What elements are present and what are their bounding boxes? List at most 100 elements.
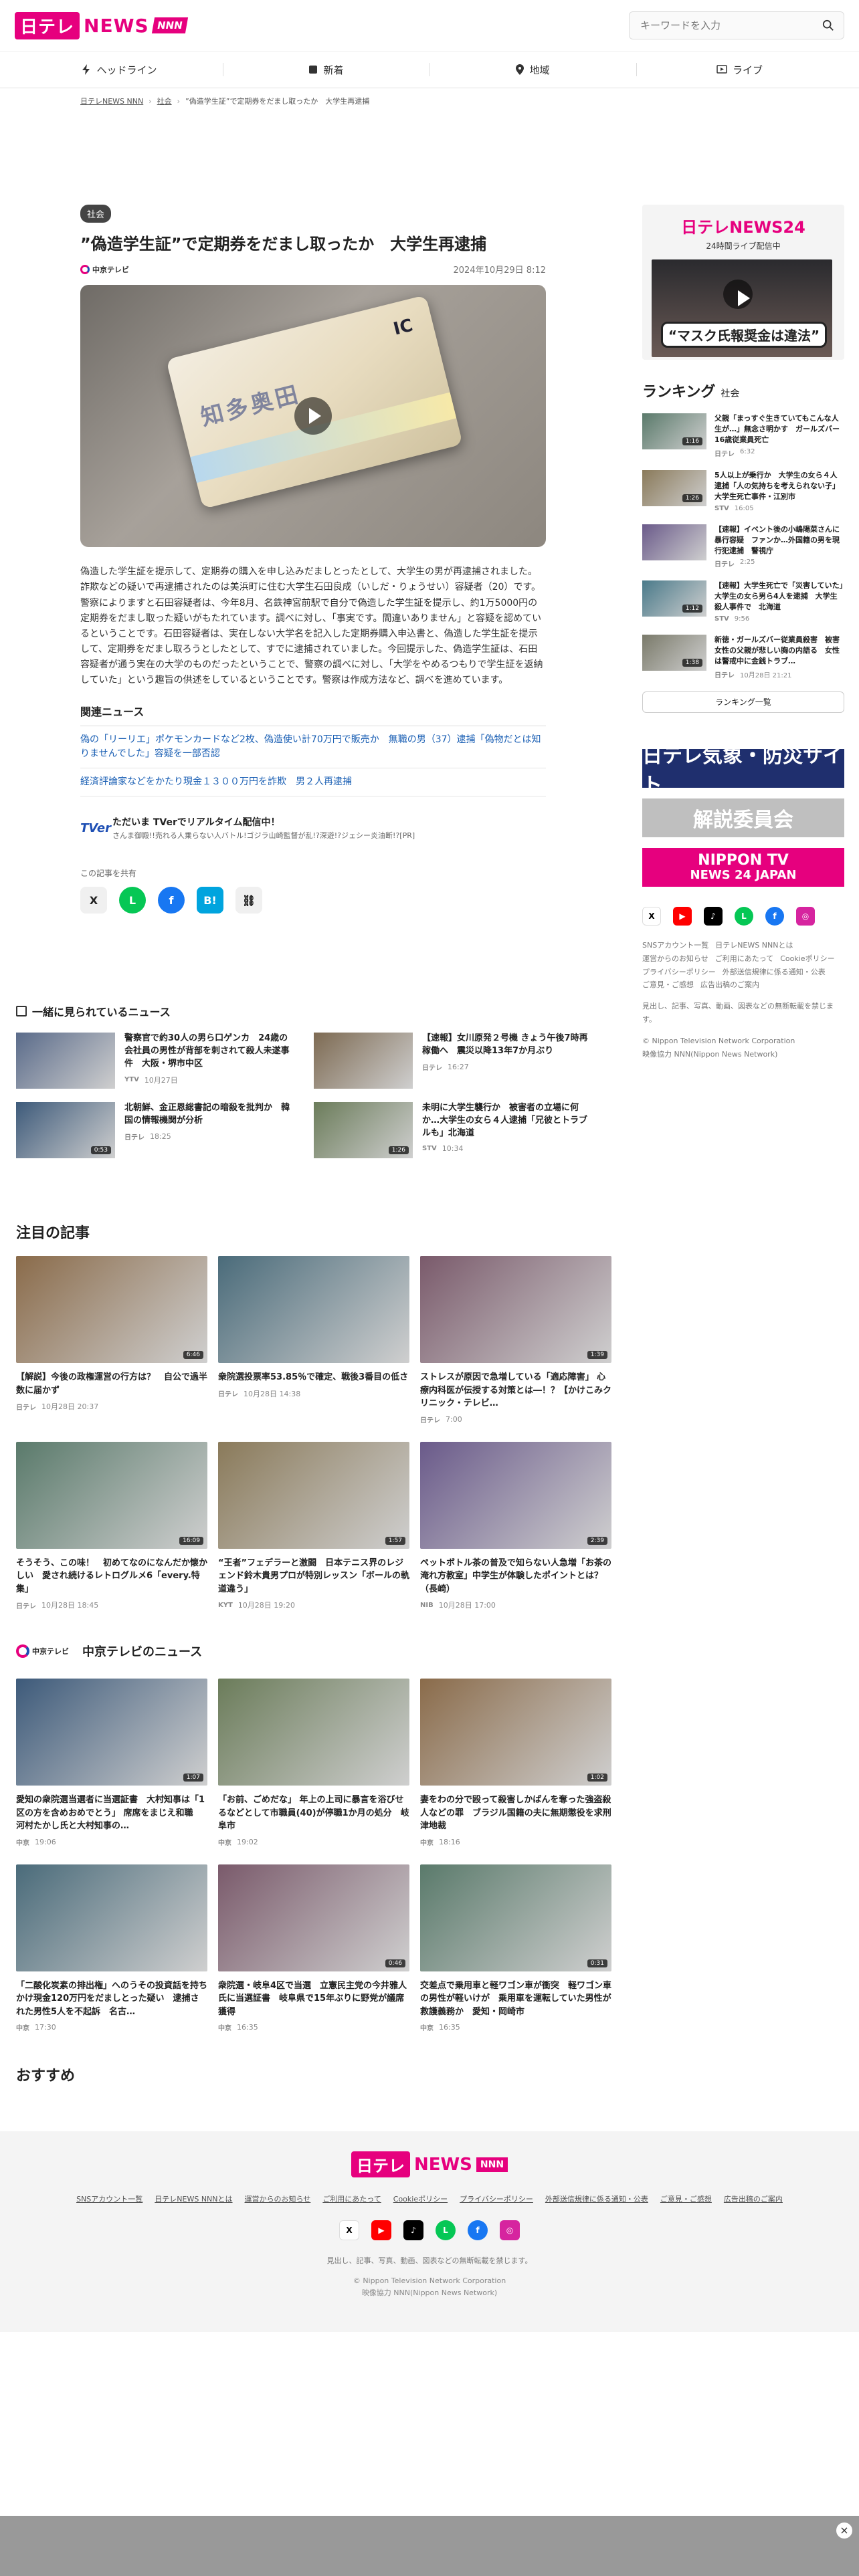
ranking-item[interactable]: 1:12 【速報】大学生死亡で「災害していた」大学生の女ら男ら4人を逮捕 大学生殺…	[642, 580, 844, 623]
facebook-icon[interactable]: f	[765, 907, 784, 926]
news-thumbnail[interactable]: 6:46	[16, 1256, 207, 1363]
news-card[interactable]: 0:46 衆院選・岐阜4区で当選 立憲民主党の今井雅人氏に当選証書 岐阜県で15年…	[218, 1864, 409, 2032]
news-card[interactable]: 「二酸化炭素の排出権」へのうその投資話を持ちかけ現金120万円をだましとった疑い…	[16, 1864, 207, 2032]
news-thumbnail[interactable]: 1:02	[420, 1679, 611, 1786]
search-input[interactable]	[630, 12, 810, 39]
news-card[interactable]: 16:09 そうそう、この味！ 初めてなのになんだか懐かしい 愛され続けるレトログ…	[16, 1441, 207, 1611]
news-thumbnail[interactable]: 1:26	[642, 469, 706, 506]
news-card[interactable]: 1:07 愛知の衆院選当選者に当選証書 大村知事は「1区の方を含めおめでとう」 席…	[16, 1679, 207, 1847]
close-icon[interactable]: ×	[836, 2523, 852, 2539]
footer-link[interactable]: Cookieポリシー	[780, 952, 834, 966]
news-thumbnail[interactable]	[642, 524, 706, 560]
nav-live[interactable]: ライブ	[636, 60, 843, 79]
news-thumbnail[interactable]: 0:46	[218, 1864, 409, 1971]
footer-link[interactable]: 日テレNEWS NNNとは	[155, 2195, 232, 2204]
news-card[interactable]: 1:57 “王者”フェデラーと激闘 日本テニス界のレジェンド鈴木貴男プロが特別レッ…	[218, 1441, 409, 1611]
footer-link[interactable]: 広告出稿のご案内	[724, 2195, 783, 2204]
footer-logo[interactable]: 日テレ NEWS NNN	[351, 2151, 508, 2177]
breadcrumb-home[interactable]: 日テレNEWS NNN	[80, 97, 143, 106]
footer-link[interactable]: 外部送信規律に係る通知・公表	[545, 2195, 648, 2204]
youtube-icon[interactable]: ▶	[673, 907, 692, 926]
news-card[interactable]: 「お前、ごめだな」 年上の上司に暴言を浴びせるなどとして市職員(40)が停職1か…	[218, 1679, 409, 1847]
nav-new[interactable]: 新着	[223, 60, 430, 79]
footer-link[interactable]: SNSアカウント一覧	[642, 939, 708, 952]
instagram-icon[interactable]: ◎	[500, 2220, 520, 2240]
nav-headline[interactable]: ヘッドライン	[16, 60, 223, 79]
video-player[interactable]: IC 知多奥田	[80, 285, 546, 548]
copy-link-button[interactable]: ⛓	[235, 887, 262, 914]
news-card[interactable]: 2:39 ペットボトル茶の普及で知らない人急増「お茶の淹れ方教室」中学生が体験した…	[420, 1441, 611, 1611]
search-icon[interactable]	[822, 19, 834, 31]
footer-link[interactable]: 運営からのお知らせ	[642, 952, 708, 966]
ranking-item[interactable]: 1:26 5人以上が乗行か 大学生の女ら４人逮捕「人の気持ちを考えられない子」大学…	[642, 469, 844, 512]
news-card[interactable]: 衆院選投票率53.85％で確定、戦後3番目の低さ 日テレ 10月28日 14:38	[218, 1256, 409, 1424]
nav-region[interactable]: 地域	[430, 60, 636, 79]
footer-link[interactable]: ご意見・ご感想	[642, 978, 694, 992]
line-icon[interactable]: L	[436, 2220, 456, 2240]
news-thumbnail[interactable]: 1:39	[420, 1256, 611, 1363]
footer-link[interactable]: 日テレNEWS NNNとは	[715, 939, 793, 952]
news-thumbnail[interactable]: 0:31	[420, 1864, 611, 1971]
ranking-item[interactable]: 【速報】イベント後の小嶋陽菜さんに暴行容疑 ファンか…外国籍の男を現行犯逮捕 警…	[642, 524, 844, 568]
line-share-button[interactable]: L	[119, 887, 146, 914]
news24-japan-banner[interactable]: NIPPON TV NEWS 24 JAPAN	[642, 848, 844, 887]
news-thumbnail[interactable]: 1:26	[314, 1102, 413, 1158]
news-card[interactable]: 1:02 妻をわの分で殴って殺害しかばんを奪った強盗殺人などの罪 ブラジル国籍の夫…	[420, 1679, 620, 1847]
news-thumbnail[interactable]: 1:16	[642, 413, 706, 449]
x-icon[interactable]: X	[339, 2220, 359, 2240]
tver-promo[interactable]: TVer ただいま TVerでリアルタイム配信中！ さんま御殿!!売れる人乗らない…	[80, 815, 546, 841]
ranking-more-button[interactable]: ランキング一覧	[642, 691, 844, 714]
breadcrumb-society[interactable]: 社会	[157, 97, 172, 106]
related-link[interactable]: 経済評論家などをかたり現金１３００万円を詐欺 男２人再逮捕	[80, 768, 546, 797]
line-icon[interactable]: L	[735, 907, 753, 926]
news-thumbnail[interactable]	[16, 1864, 207, 1971]
news-thumbnail[interactable]	[218, 1679, 409, 1786]
news-thumbnail[interactable]: 1:12	[642, 580, 706, 617]
news-item[interactable]: 1:26 未明に大学生襲行か 被害者の立場に何か…大学生の女ら４人逮捕「兄彼とトラ…	[314, 1102, 589, 1158]
footer-link[interactable]: ご利用にあたって	[322, 2195, 381, 2204]
footer-link[interactable]: 外部送信規律に係る通知・公表	[723, 966, 826, 979]
category-tag[interactable]: 社会	[80, 205, 112, 223]
play-icon[interactable]	[294, 397, 332, 435]
footer-link[interactable]: ご意見・ご感想	[660, 2195, 712, 2204]
news-item[interactable]: 0:53 北朝鮮、金正恩総書記の暗殺を批判か 韓国の情報機関が分析 日テレ 18:25	[16, 1102, 291, 1158]
news-thumbnail[interactable]	[16, 1033, 115, 1089]
play-icon[interactable]	[723, 280, 753, 309]
footer-link[interactable]: プライバシーポリシー	[460, 2195, 533, 2204]
news-thumbnail[interactable]: 2:39	[420, 1441, 611, 1549]
commentator-banner[interactable]: 解説委員会	[642, 798, 844, 838]
news-thumbnail[interactable]: 0:53	[16, 1102, 115, 1158]
news-item[interactable]: 【速報】女川原発２号機 きょう午後7時再稼働へ 震災以降13年7か月ぶり 日テレ 1…	[314, 1033, 589, 1089]
news-item[interactable]: 警察官で約30人の男ら口ゲンカ 24歳の会社員の男性が背部を刺されて殺人未遂事件…	[16, 1033, 291, 1089]
news-card[interactable]: 0:31 交差点で乗用車と軽ワゴン車が衝突 軽ワゴン車の男性が軽いけが 乗用車を運…	[420, 1864, 611, 2032]
footer-link[interactable]: プライバシーポリシー	[642, 966, 716, 979]
instagram-icon[interactable]: ◎	[796, 907, 815, 926]
news-card[interactable]: 6:46 【解説】今後の政権運営の行方は？ 自公で過半数に届かず 日テレ 10月28日…	[16, 1256, 207, 1424]
news-card[interactable]: 1:39 ストレスが原因で急増している「適応障害」 心療内科医が伝授する対策とは―…	[420, 1256, 611, 1424]
hatena-share-button[interactable]: B!	[197, 887, 223, 914]
facebook-share-button[interactable]: f	[158, 887, 185, 914]
news-thumbnail[interactable]: 1:57	[218, 1441, 409, 1549]
footer-link[interactable]: Cookieポリシー	[393, 2195, 448, 2204]
tiktok-icon[interactable]: ♪	[704, 907, 723, 926]
ranking-item[interactable]: 1:16 父親「まっすぐ生きていてもこんな人生が…」無念さ明かす ガールズバー16…	[642, 413, 844, 458]
footer-link[interactable]: 広告出稿のご案内	[700, 978, 759, 992]
news-thumbnail[interactable]	[218, 1256, 409, 1363]
youtube-icon[interactable]: ▶	[371, 2220, 391, 2240]
facebook-icon[interactable]: f	[468, 2220, 488, 2240]
weather-site-banner[interactable]: 日テレ気象・防災サイト	[642, 744, 844, 797]
x-icon[interactable]: X	[642, 907, 661, 926]
footer-link[interactable]: SNSアカウント一覧	[76, 2195, 142, 2204]
tiktok-icon[interactable]: ♪	[403, 2220, 423, 2240]
news-thumbnail[interactable]: 1:38	[642, 635, 706, 671]
news-thumbnail[interactable]	[314, 1033, 413, 1089]
footer-link[interactable]: 運営からのお知らせ	[245, 2195, 311, 2204]
x-share-button[interactable]: X	[80, 887, 107, 914]
ranking-item[interactable]: 1:38 新徳・ガールズバー従業員殺害 被害女性の父親が悲しい胸の内語る 女性は警…	[642, 635, 844, 679]
news24-video[interactable]: “マスク氏報奨金は違法”	[652, 259, 832, 357]
site-logo[interactable]: 日テレ NEWS NNN	[15, 11, 188, 39]
news24-live-box[interactable]: 日テレNEWS24 24時間ライブ配信中 “マスク氏報奨金は違法”	[642, 205, 844, 360]
news-thumbnail[interactable]: 1:07	[16, 1679, 207, 1786]
news-thumbnail[interactable]: 16:09	[16, 1441, 207, 1549]
related-link[interactable]: 偽の「リーリエ」ポケモンカードなど2枚、偽造使い計70万円で販売か 無職の男（3…	[80, 726, 546, 769]
